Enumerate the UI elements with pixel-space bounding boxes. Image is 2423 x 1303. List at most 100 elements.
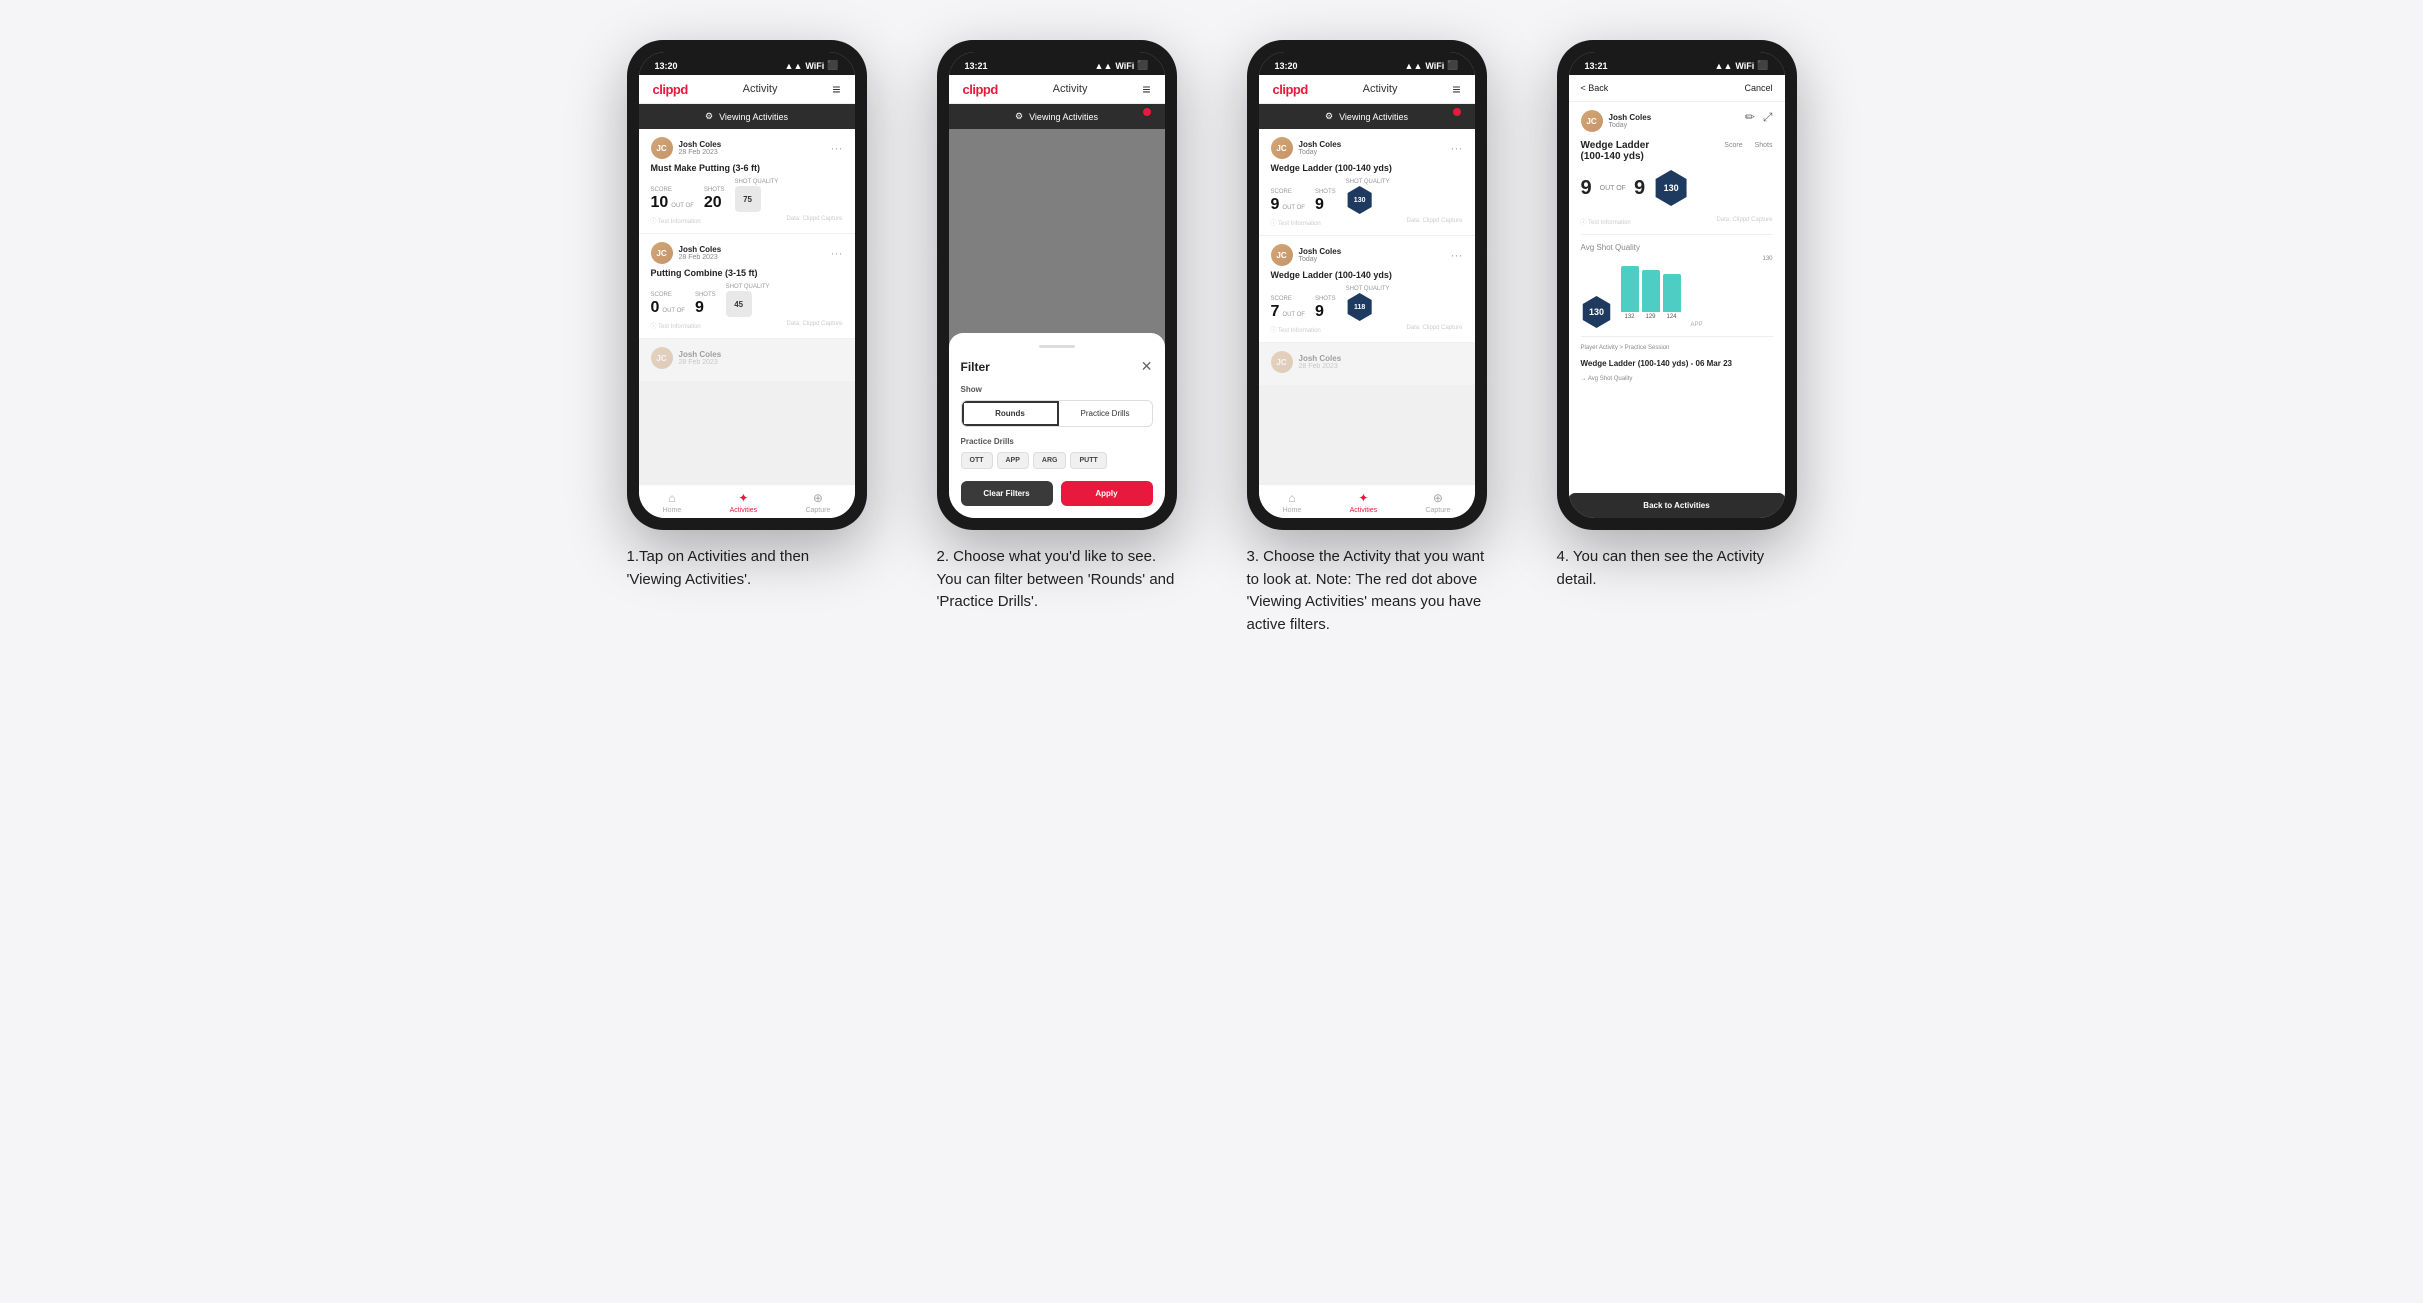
menu-icon-2[interactable]: ≡ (1142, 81, 1150, 97)
capture-icon-1: ⊕ (813, 491, 823, 505)
chart-container-4: Avg Shot Quality 130 130 (1581, 243, 1773, 328)
score-val-row-3-2: 7 OUT OF (1271, 303, 1305, 321)
back-to-activities-btn-4[interactable]: Back to Activities (1569, 493, 1785, 518)
battery-4: ⬛ (1757, 60, 1768, 71)
pill-arg[interactable]: ARG (1033, 452, 1067, 469)
more-btn-3-1[interactable]: ··· (1451, 141, 1463, 155)
wifi-3: WiFi (1425, 61, 1444, 71)
info-left-1: ⓘ Test Information (651, 216, 701, 225)
pill-putt[interactable]: PUTT (1070, 452, 1106, 469)
sq-hex-3-2: 118 (1346, 293, 1374, 321)
shots-label-1: Shots (704, 187, 725, 193)
viewing-activities-bar-3[interactable]: ⚙ Viewing Activities (1259, 104, 1475, 129)
outof-2: OUT OF (662, 308, 685, 314)
more-btn-1[interactable]: ··· (831, 141, 843, 155)
bar-labels: 132 129 124 (1621, 314, 1773, 320)
filter-title: Filter (961, 360, 990, 374)
capture-icon-3: ⊕ (1433, 491, 1443, 505)
filter-toggle-row: Rounds Practice Drills (961, 400, 1153, 427)
divider-4-2 (1581, 336, 1773, 337)
filter-handle (1039, 345, 1075, 348)
phone-3-notch (1327, 52, 1407, 74)
user-details-1: Josh Coles 28 Feb 2023 (679, 140, 722, 156)
cancel-btn-4[interactable]: Cancel (1744, 83, 1772, 93)
filter-header: Filter ✕ (961, 358, 1153, 375)
card-header-3-1: JC Josh Coles Today ··· (1271, 137, 1463, 159)
close-btn[interactable]: ✕ (1141, 358, 1153, 375)
phone-4-frame: 13:21 ▲▲▲ WiFi ⬛ < Back Cancel (1557, 40, 1797, 530)
filter-pills: OTT APP ARG PUTT (961, 452, 1153, 469)
menu-icon-3[interactable]: ≡ (1452, 81, 1460, 97)
step-3-container: 13:20 ▲▲▲ WiFi ⬛ clippd Activity ≡ (1227, 40, 1507, 636)
bar-val-1: 132 (1621, 314, 1639, 320)
viewing-label-1: Viewing Activities (719, 112, 788, 122)
time-3: 13:20 (1275, 61, 1298, 71)
nav-capture-1[interactable]: ⊕ Capture (805, 491, 830, 514)
user-date-2: 28 Feb 2023 (679, 254, 722, 261)
ghost-name-1: Josh Coles (679, 350, 722, 359)
stats-row-1: Score 10 OUT OF Shots 20 (651, 179, 843, 212)
detail-actions-4: ✏ ⤢ (1745, 110, 1773, 125)
shots-label-2: Shots (695, 292, 716, 298)
detail-user-row-4: JC Josh Coles Today ✏ ⤢ (1581, 110, 1773, 132)
phone-4: 13:21 ▲▲▲ WiFi ⬛ < Back Cancel (1557, 40, 1797, 530)
activity-card-2[interactable]: JC Josh Coles 28 Feb 2023 ··· Putting Co… (639, 234, 855, 338)
sq-val-2: 45 (734, 300, 743, 309)
show-label: Show (961, 385, 1153, 394)
ghost-user-1: JC Josh Coles 28 Feb 2023 (651, 347, 722, 369)
viewing-activities-bar-1[interactable]: ⚙ Viewing Activities (639, 104, 855, 129)
user-date-3-2: Today (1299, 256, 1342, 263)
viewing-label-3: Viewing Activities (1339, 112, 1408, 122)
detail-user-details-4: Josh Coles Today (1609, 113, 1652, 129)
nav-activities-3[interactable]: ✦ Activities (1350, 491, 1378, 514)
wifi-1: WiFi (805, 61, 824, 71)
menu-icon-1[interactable]: ≡ (832, 81, 840, 97)
back-btn-4[interactable]: < Back (1581, 83, 1609, 93)
expand-icon-4[interactable]: ⤢ (1763, 110, 1773, 125)
ghost-avatar-inner-3: JC (1271, 351, 1293, 373)
card-header-1: JC Josh Coles 28 Feb 2023 ··· (651, 137, 843, 159)
stat-score-3-1: Score 9 OUT OF (1271, 189, 1305, 214)
detail-score-labels: Score Shots (1724, 142, 1772, 149)
nav-home-1[interactable]: ⌂ Home (663, 491, 682, 514)
battery-3: ⬛ (1447, 60, 1458, 71)
stat-score-1: Score 10 OUT OF (651, 187, 694, 212)
more-btn-3-2[interactable]: ··· (1451, 248, 1463, 262)
logo-3: clippd (1273, 82, 1308, 97)
apply-btn[interactable]: Apply (1061, 481, 1153, 506)
bar-chart-area: 130 132 129 124 (1621, 256, 1773, 328)
phone-1-screen: 13:20 ▲▲▲ WiFi ⬛ clippd Activity ≡ (639, 52, 855, 518)
clear-filters-btn[interactable]: Clear Filters (961, 481, 1053, 506)
pill-ott[interactable]: OTT (961, 452, 993, 469)
phone-3: 13:20 ▲▲▲ WiFi ⬛ clippd Activity ≡ (1247, 40, 1487, 530)
ghost-details-1: Josh Coles 28 Feb 2023 (679, 350, 722, 366)
settings-icon-1: ⚙ (705, 111, 713, 122)
pill-app[interactable]: APP (997, 452, 1029, 469)
ghost-header-3: JC Josh Coles 28 Feb 2023 (1271, 351, 1463, 373)
viewing-activities-bar-2[interactable]: ⚙ Viewing Activities (949, 104, 1165, 129)
home-icon-3: ⌂ (1288, 491, 1295, 505)
user-info-2: JC Josh Coles 28 Feb 2023 (651, 242, 722, 264)
edit-icon-4[interactable]: ✏ (1745, 110, 1755, 125)
phone-3-screen: 13:20 ▲▲▲ WiFi ⬛ clippd Activity ≡ (1259, 52, 1475, 518)
info-left-3-1: ⓘ Test Information (1271, 218, 1321, 227)
activity-card-1[interactable]: JC Josh Coles 28 Feb 2023 ··· Must Make … (639, 129, 855, 233)
phone-1-notch (707, 52, 787, 74)
detail-hex-4: 130 (1653, 170, 1689, 206)
step-2-description: 2. Choose what you'd like to see. You ca… (937, 546, 1177, 614)
capture-label-3: Capture (1425, 507, 1450, 514)
more-btn-2[interactable]: ··· (831, 246, 843, 260)
practice-drills-toggle[interactable]: Practice Drills (1059, 401, 1152, 426)
nav-activities-1[interactable]: ✦ Activities (730, 491, 758, 514)
nav-capture-3[interactable]: ⊕ Capture (1425, 491, 1450, 514)
stats-row-3-2: Score 7 OUT OF Shots 9 (1271, 286, 1463, 321)
stat-sq-1: Shot Quality 75 (735, 179, 779, 212)
nav-home-3[interactable]: ⌂ Home (1283, 491, 1302, 514)
activity-card-3-2[interactable]: JC Josh Coles Today ··· Wedge Ladder (10… (1259, 236, 1475, 342)
rounds-toggle[interactable]: Rounds (962, 401, 1059, 426)
phone-3-frame: 13:20 ▲▲▲ WiFi ⬛ clippd Activity ≡ (1247, 40, 1487, 530)
detail-avatar-4: JC (1581, 110, 1603, 132)
shots-num-3-2: 9 (1315, 303, 1336, 321)
activity-card-3-1[interactable]: JC Josh Coles Today ··· Wedge Ladder (10… (1259, 129, 1475, 235)
user-date-1: 28 Feb 2023 (679, 149, 722, 156)
